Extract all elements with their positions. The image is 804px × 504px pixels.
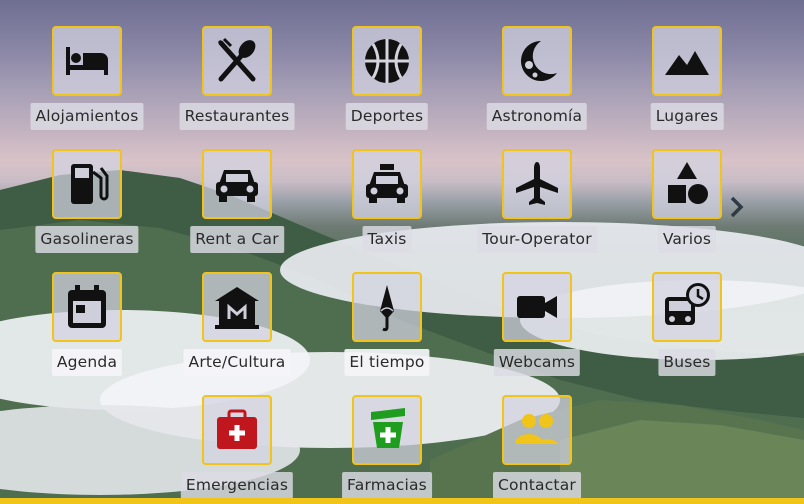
tile-arte-cultura[interactable] xyxy=(202,272,272,342)
bottom-bar xyxy=(0,498,804,504)
car-icon xyxy=(216,170,258,202)
label-contactar[interactable]: Contactar xyxy=(493,472,581,499)
plane-icon xyxy=(516,162,558,205)
label-deportes[interactable]: Deportes xyxy=(345,103,429,130)
moon-icon xyxy=(521,41,557,81)
video-camera-icon xyxy=(517,296,557,318)
label-rent-a-car[interactable]: Rent a Car xyxy=(190,226,284,253)
tile-rent-a-car[interactable] xyxy=(202,149,272,219)
tile-alojamientos[interactable] xyxy=(52,26,122,96)
chevron-right-icon[interactable] xyxy=(726,194,748,220)
tile-astronomia[interactable] xyxy=(502,26,572,96)
calendar-icon xyxy=(68,285,106,328)
label-gasolineras[interactable]: Gasolineras xyxy=(35,226,139,253)
bus-clock-icon xyxy=(665,283,710,325)
tile-el-tiempo[interactable] xyxy=(352,272,422,342)
label-farmacias[interactable]: Farmacias xyxy=(342,472,432,499)
label-webcams[interactable]: Webcams xyxy=(493,349,581,376)
tile-gasolineras[interactable] xyxy=(52,149,122,219)
label-tour-operator[interactable]: Tour-Operator xyxy=(477,226,597,253)
basketball-icon xyxy=(365,39,409,83)
gas-pump-icon xyxy=(71,164,109,204)
tile-farmacias[interactable] xyxy=(352,395,422,465)
label-buses[interactable]: Buses xyxy=(658,349,716,376)
label-el-tiempo[interactable]: El tiempo xyxy=(344,349,430,376)
utensils-icon xyxy=(217,37,256,82)
tile-taxis[interactable] xyxy=(352,149,422,219)
label-agenda[interactable]: Agenda xyxy=(51,349,123,376)
tile-agenda[interactable] xyxy=(52,272,122,342)
label-taxis[interactable]: Taxis xyxy=(362,226,412,253)
label-lugares[interactable]: Lugares xyxy=(650,103,724,130)
tile-contactar[interactable] xyxy=(502,395,572,465)
mountain-icon xyxy=(665,51,709,75)
pharmacy-icon xyxy=(371,408,405,448)
shapes-icon xyxy=(668,162,708,204)
taxi-icon xyxy=(366,164,408,203)
label-astronomia[interactable]: Astronomía xyxy=(486,103,588,130)
label-emergencias[interactable]: Emergencias xyxy=(180,472,294,499)
tile-webcams[interactable] xyxy=(502,272,572,342)
tile-emergencias[interactable] xyxy=(202,395,272,465)
tile-buses[interactable] xyxy=(652,272,722,342)
first-aid-kit-icon xyxy=(217,409,257,449)
tile-deportes[interactable] xyxy=(352,26,422,96)
label-restaurantes[interactable]: Restaurantes xyxy=(179,103,295,130)
people-icon xyxy=(515,414,559,444)
tile-restaurantes[interactable] xyxy=(202,26,272,96)
label-alojamientos[interactable]: Alojamientos xyxy=(30,103,144,130)
label-arte-cultura[interactable]: Arte/Cultura xyxy=(183,349,291,376)
tile-tour-operator[interactable] xyxy=(502,149,572,219)
tile-varios[interactable] xyxy=(652,149,722,219)
bed-icon xyxy=(66,47,108,75)
umbrella-icon xyxy=(380,285,394,332)
label-varios[interactable]: Varios xyxy=(657,226,717,253)
tile-lugares[interactable] xyxy=(652,26,722,96)
museum-icon xyxy=(215,287,259,329)
